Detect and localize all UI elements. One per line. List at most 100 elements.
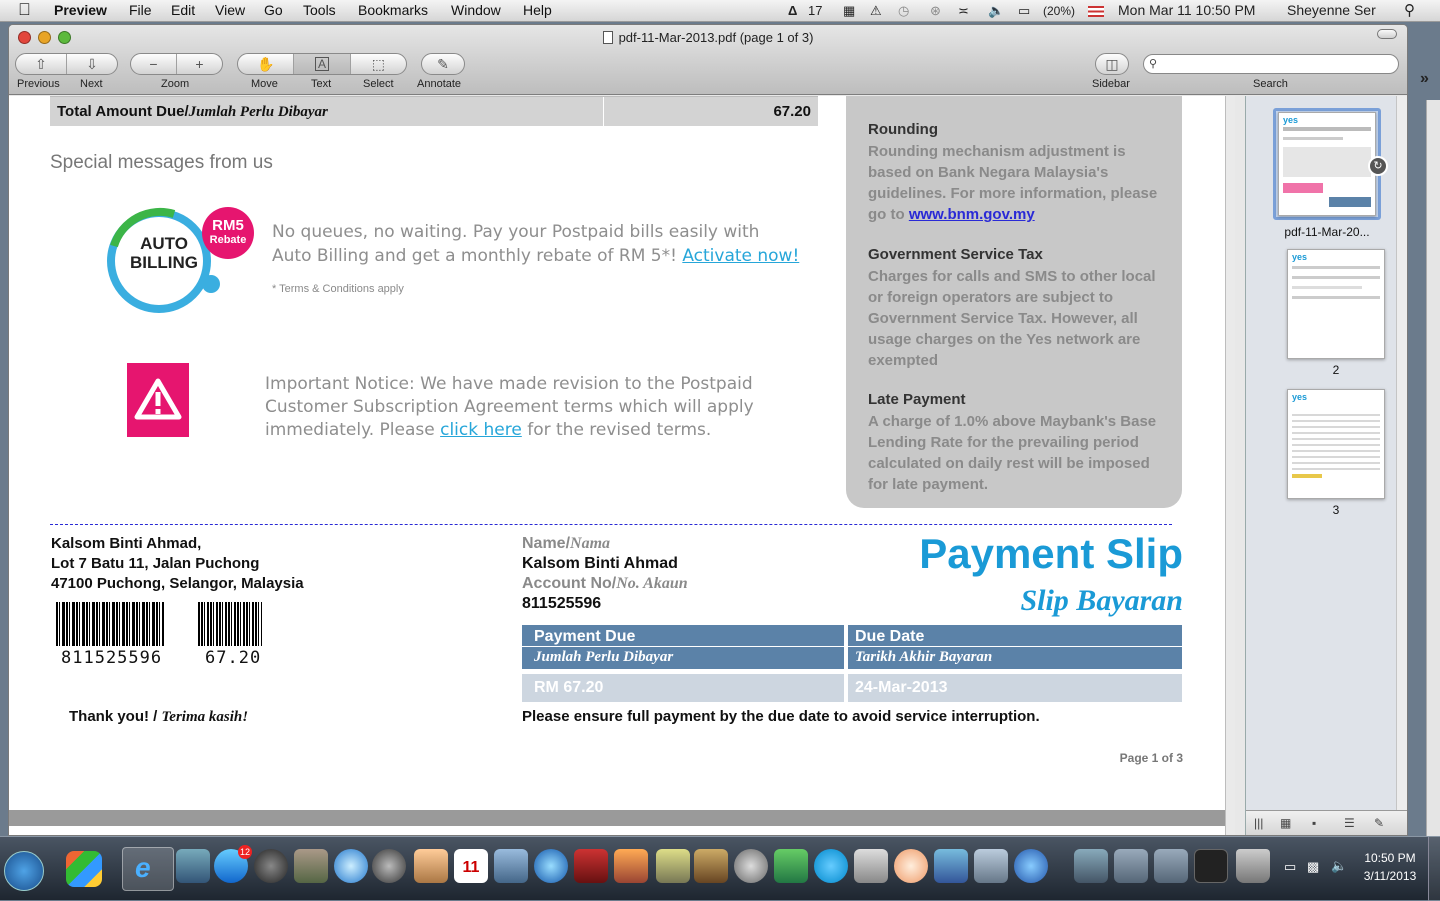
search-icon: ⚲ xyxy=(1149,58,1158,70)
bnm-link[interactable]: www.bnm.gov.my xyxy=(909,206,1035,223)
tray-network-icon[interactable]: ▩ xyxy=(1307,859,1319,875)
calendar-status-icon[interactable]: ▦ xyxy=(843,3,855,18)
downloads-folder-icon[interactable] xyxy=(1154,849,1188,883)
next-button[interactable]: ⇩ xyxy=(67,54,117,74)
system-preferences-icon[interactable] xyxy=(734,849,768,883)
menu-edit[interactable]: Edit xyxy=(171,2,195,18)
itunes-icon[interactable] xyxy=(534,849,568,883)
menu-app-name[interactable]: Preview xyxy=(54,2,107,18)
grid-view-icon[interactable]: ▦ xyxy=(1280,816,1291,830)
pdf-page: Total Amount Due/Jumlah Perlu Dibayar 67… xyxy=(9,96,1225,810)
acrobat-icon[interactable] xyxy=(854,849,888,883)
address-book-icon[interactable] xyxy=(414,849,448,883)
notice-line-3-b: for the revised terms. xyxy=(527,420,712,440)
facetime-icon[interactable] xyxy=(372,849,406,883)
edit-icon[interactable]: ✎ xyxy=(1374,816,1384,830)
documents-folder-icon[interactable] xyxy=(1114,849,1148,883)
alert-status-icon[interactable]: ⚠ xyxy=(870,3,882,18)
menu-clock[interactable]: Mon Mar 11 10:50 PM xyxy=(1118,2,1255,18)
calendar-day: 11 xyxy=(462,859,480,876)
down-arrow-icon: ⇩ xyxy=(86,55,98,72)
applications-folder-icon[interactable] xyxy=(1074,849,1108,883)
select-tool-button[interactable]: ⬚ xyxy=(351,54,406,74)
terminal-icon[interactable] xyxy=(1194,849,1228,883)
app-store-badge: 12 xyxy=(238,845,252,859)
imovie-icon[interactable] xyxy=(656,849,690,883)
resize-handle-icon[interactable]: ||| xyxy=(1254,816,1263,830)
document-view[interactable]: Total Amount Due/Jumlah Perlu Dibayar 67… xyxy=(9,96,1235,835)
thumbnail-page-2[interactable]: yes xyxy=(1287,249,1385,359)
skype-icon[interactable] xyxy=(814,849,848,883)
menu-file[interactable]: File xyxy=(129,2,152,18)
toolbar-toggle-button[interactable] xyxy=(1377,29,1397,39)
click-here-link[interactable]: click here xyxy=(440,420,522,440)
search-input[interactable] xyxy=(1164,57,1389,71)
sidebar-scrollbar[interactable] xyxy=(1396,96,1407,810)
dashboard-icon[interactable] xyxy=(254,849,288,883)
volume-icon[interactable]: 🔈 xyxy=(988,3,1004,18)
text-tool-button[interactable]: A xyxy=(294,54,351,74)
utility-icon[interactable] xyxy=(974,849,1008,883)
tray-volume-icon[interactable]: 🔈 xyxy=(1331,858,1347,874)
bluetooth-icon[interactable]: ⊛ xyxy=(930,3,941,18)
thumbnail-page-1[interactable]: yes xyxy=(1278,112,1376,216)
toolbar-overflow-icon[interactable]: » xyxy=(1420,70,1429,88)
messenger-icon[interactable] xyxy=(774,849,808,883)
start-button[interactable] xyxy=(4,851,44,891)
trash-icon[interactable] xyxy=(1236,849,1270,883)
taskbar-ie-button[interactable]: e xyxy=(122,847,174,891)
preview-icon[interactable] xyxy=(934,849,968,883)
single-view-icon[interactable]: ▪ xyxy=(1312,816,1316,830)
finder-icon[interactable] xyxy=(176,849,210,883)
menu-tools[interactable]: Tools xyxy=(303,2,336,18)
calendar-icon[interactable]: 11 xyxy=(454,849,488,883)
tray-clock[interactable]: 10:50 PM 3/11/2013 xyxy=(1358,849,1422,885)
menu-help[interactable]: Help xyxy=(523,2,552,18)
browser-icon[interactable] xyxy=(1014,849,1048,883)
time-machine-icon[interactable]: ◷ xyxy=(898,3,909,18)
photo-booth-icon[interactable] xyxy=(574,849,608,883)
document-scrollbar[interactable] xyxy=(1225,96,1235,835)
spotlight-icon[interactable]: ⚲ xyxy=(1404,1,1415,19)
show-desktop-button[interactable] xyxy=(1428,837,1440,901)
hand-icon: ✋ xyxy=(256,55,275,72)
thumb-line xyxy=(1283,137,1343,140)
thumb-line xyxy=(1292,276,1380,279)
menu-view[interactable]: View xyxy=(215,2,245,18)
iphoto-icon[interactable] xyxy=(614,849,648,883)
zoom-in-button[interactable]: + xyxy=(177,54,222,74)
menu-window[interactable]: Window xyxy=(451,2,501,18)
thumbnail-page-3[interactable]: yes xyxy=(1287,389,1385,499)
zoom-out-button[interactable]: − xyxy=(131,54,177,74)
chat-app-icon[interactable] xyxy=(894,849,928,883)
windows-logo-icon[interactable] xyxy=(66,851,102,887)
annotate-button[interactable]: ✎ xyxy=(421,53,465,75)
flag-input-icon[interactable] xyxy=(1088,6,1104,17)
thumb-block xyxy=(1292,410,1380,470)
menu-bookmarks[interactable]: Bookmarks xyxy=(358,2,428,18)
mail-icon[interactable] xyxy=(294,849,328,883)
search-field[interactable]: ⚲ xyxy=(1143,54,1399,74)
activate-now-link[interactable]: Activate now! xyxy=(682,246,799,266)
menu-go[interactable]: Go xyxy=(264,2,283,18)
previous-button[interactable]: ⇧ xyxy=(16,54,67,74)
auto-billing-logo[interactable]: RM5 Rebate AUTO BILLING xyxy=(104,206,254,316)
battery-icon[interactable]: ▭ xyxy=(1018,3,1030,18)
barcode-account xyxy=(56,602,164,646)
wifi-icon[interactable]: ≍ xyxy=(958,3,969,18)
safari-icon[interactable] xyxy=(334,849,368,883)
thumbnail-label-3: 3 xyxy=(1332,503,1340,517)
adobe-icon[interactable]: Δ xyxy=(788,3,797,18)
photos-icon[interactable] xyxy=(494,849,528,883)
ie-icon: e xyxy=(135,852,151,883)
tray-battery-icon[interactable]: ▭ xyxy=(1284,859,1296,875)
garageband-icon[interactable] xyxy=(694,849,728,883)
move-tool-button[interactable]: ✋ xyxy=(238,54,295,74)
apple-menu-icon[interactable]:  xyxy=(18,0,31,20)
list-view-icon[interactable]: ☰ xyxy=(1344,816,1355,830)
sidebar-button[interactable]: ◫ xyxy=(1095,53,1129,75)
outer-scrollbar[interactable] xyxy=(1426,100,1440,836)
rotate-icon[interactable]: ↻ xyxy=(1368,156,1388,176)
user-name[interactable]: Sheyenne Ser xyxy=(1287,2,1376,18)
adobe-count: 17 xyxy=(808,3,823,18)
